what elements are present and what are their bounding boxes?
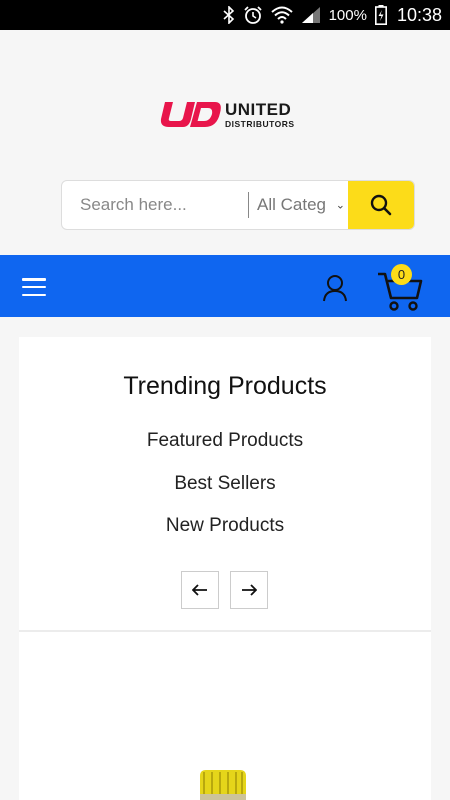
alarm-icon (243, 0, 263, 30)
search-bar: All Categ ⌄ (61, 180, 415, 230)
arrow-right-icon (242, 584, 257, 596)
category-select-value: All Categ (257, 195, 326, 214)
battery-icon (374, 0, 387, 30)
logo-line-2: DISTRIBUTORS (225, 119, 295, 130)
cart-count-badge: 0 (391, 264, 412, 285)
arrow-left-icon (192, 584, 207, 596)
search-button[interactable] (348, 181, 414, 229)
menu-icon[interactable] (22, 278, 46, 296)
category-select[interactable]: All Categ ⌄ (249, 181, 349, 229)
signal-icon (301, 0, 321, 30)
search-icon (370, 194, 392, 216)
logo-line-1: UNITED (225, 100, 292, 120)
tab-best-sellers[interactable]: Best Sellers (0, 473, 450, 495)
chevron-down-icon: ⌄ (335, 199, 345, 212)
section-title: Trending Products (123, 372, 327, 400)
product-image[interactable] (198, 766, 248, 800)
battery-percent: 100% (328, 6, 367, 24)
wifi-icon (270, 0, 293, 30)
tab-featured-products[interactable]: Featured Products (0, 430, 450, 452)
status-bar: 100% 10:38 (0, 0, 450, 30)
tab-new-products[interactable]: New Products (0, 515, 450, 537)
bluetooth-icon (223, 0, 235, 30)
next-button[interactable] (230, 571, 268, 609)
brand-logo[interactable]: UNITED DISTRIBUTORS (157, 98, 307, 132)
account-icon[interactable] (322, 274, 348, 307)
search-input[interactable] (62, 181, 248, 229)
logo-mark-icon (160, 102, 221, 127)
prev-button[interactable] (181, 571, 219, 609)
clock: 10:38 (396, 4, 442, 25)
